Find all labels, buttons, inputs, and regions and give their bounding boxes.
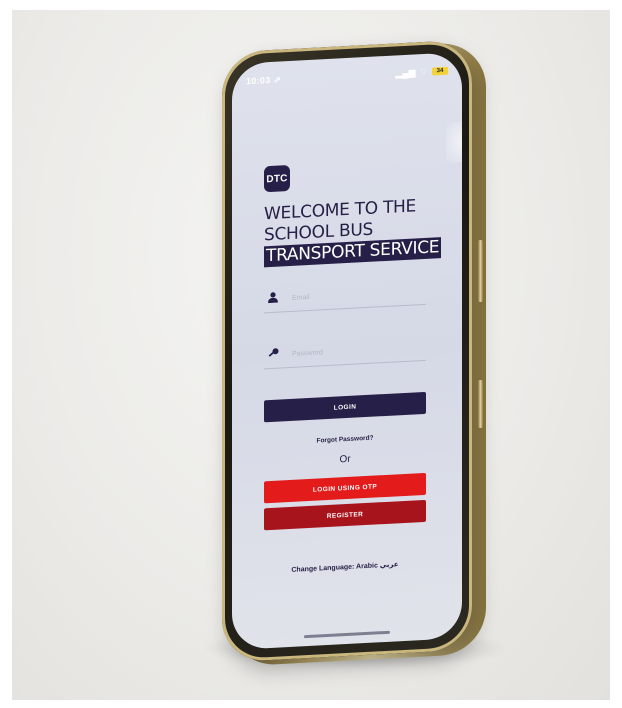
register-button[interactable]: REGISTER: [264, 499, 426, 531]
login-button[interactable]: LOGIN: [264, 391, 426, 423]
status-bar: 10:03 ⇗ ▂▄▆ ⌔ 34: [246, 63, 448, 90]
welcome-heading: WELCOME TO THE SCHOOL BUS TRANSPORT SERV…: [264, 194, 462, 268]
home-indicator: [304, 630, 390, 639]
change-language-link[interactable]: Change Language: Arabic عربي: [264, 559, 426, 575]
app-logo: DTC: [264, 164, 290, 193]
password-field[interactable]: Password: [264, 333, 426, 370]
screen-glare: [446, 121, 462, 163]
password-placeholder: Password: [292, 348, 323, 358]
key-icon: [264, 347, 282, 362]
user-icon: [264, 291, 282, 306]
phone-volume-button: [478, 380, 483, 428]
email-field[interactable]: Email: [264, 277, 426, 314]
status-indicators: ▂▄▆ ⌔ 34: [395, 65, 448, 79]
phone-screen: 10:03 ⇗ ▂▄▆ ⌔ 34 DTC WELCOME TO THE SCHO…: [232, 51, 462, 651]
forgot-password-link[interactable]: Forgot Password?: [264, 432, 426, 447]
signal-icon: ▂▄▆: [395, 66, 416, 78]
battery-icon: 34: [432, 66, 448, 76]
phone-side-button: [478, 240, 483, 302]
wifi-icon: ⌔: [419, 66, 428, 77]
email-placeholder: Email: [292, 293, 310, 302]
status-time: 10:03 ⇗: [246, 73, 282, 86]
or-divider-text: Or: [339, 453, 351, 466]
login-otp-button[interactable]: LOGIN USING OTP: [264, 472, 426, 504]
